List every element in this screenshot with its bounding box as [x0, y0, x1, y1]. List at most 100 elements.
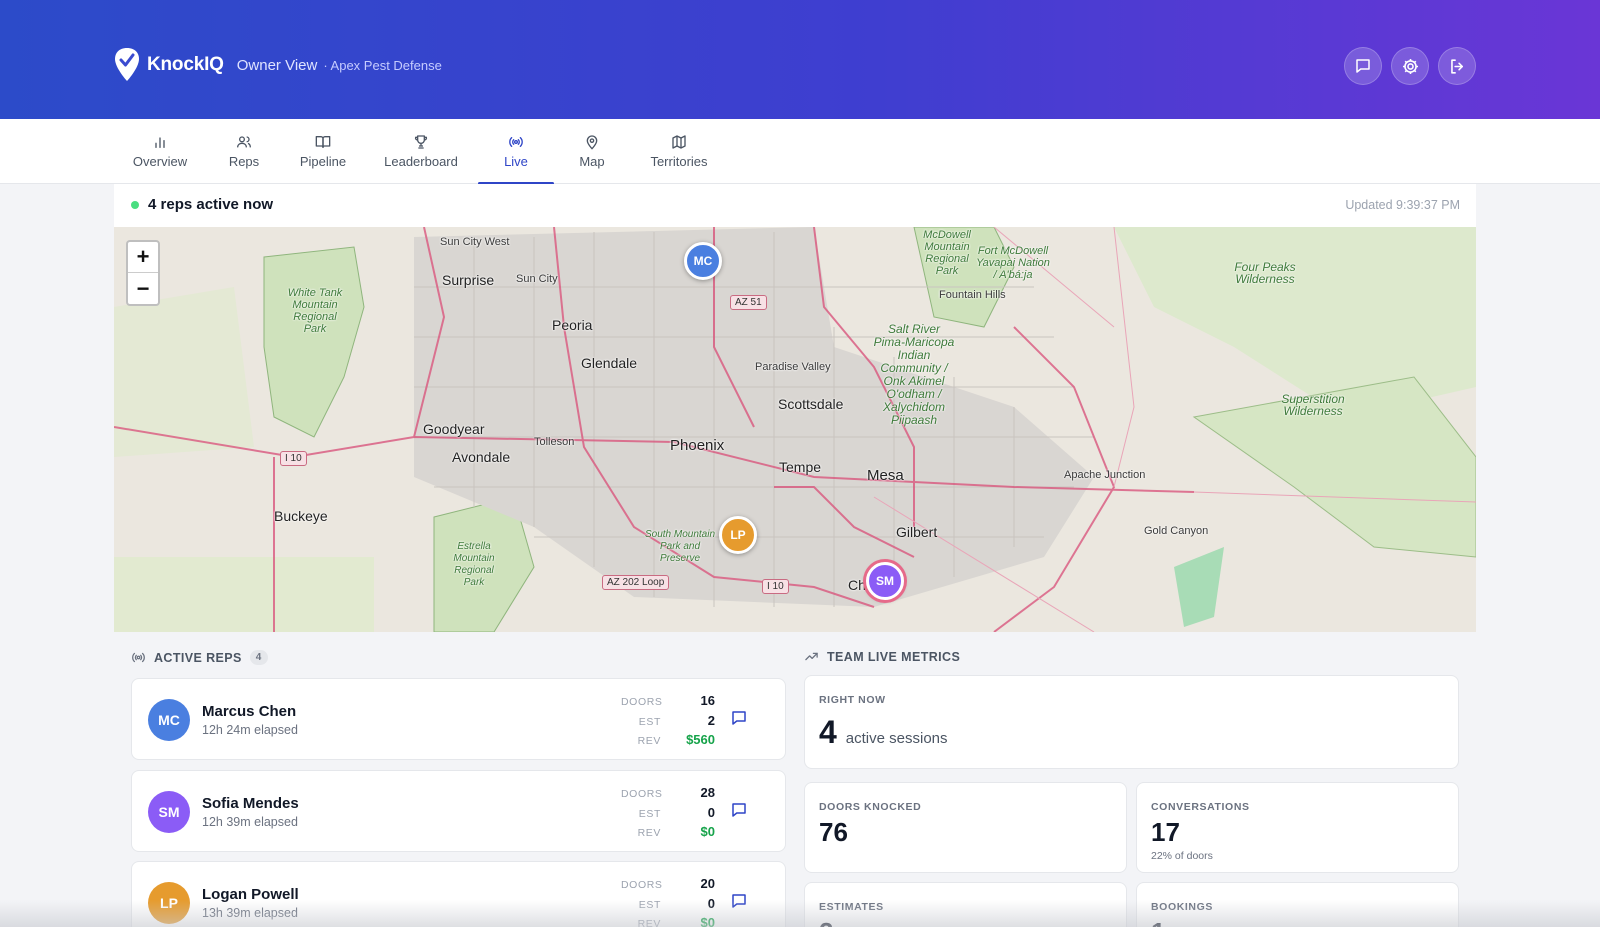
zoom-controls: + −	[126, 240, 160, 306]
message-icon	[1356, 59, 1370, 73]
avatar: SM	[148, 791, 190, 833]
rep-elapsed: 12h 39m elapsed	[202, 815, 298, 829]
highway-shield: AZ 202 Loop	[602, 575, 670, 590]
map-label: Peoria	[552, 317, 593, 333]
message-rep-button[interactable]	[730, 892, 752, 914]
stat-label: REV	[637, 735, 661, 747]
metric-label: DOORS KNOCKED	[819, 801, 922, 813]
park-label: Superstition Wilderness	[1281, 392, 1345, 418]
stat-label: DOORS	[621, 696, 663, 708]
metric-row: 4 active sessions	[819, 714, 948, 751]
tab-live[interactable]: Live	[478, 119, 554, 185]
last-updated: Updated 9:39:37 PM	[1345, 198, 1460, 212]
message-icon	[732, 711, 746, 725]
metric-label: RIGHT NOW	[819, 694, 886, 706]
logout-icon	[1450, 58, 1463, 74]
map-label: Scottsdale	[778, 396, 844, 412]
metric-estimates: ESTIMATES 2	[804, 882, 1127, 927]
metric-subtext: 22% of doors	[1151, 850, 1213, 862]
settings-button[interactable]	[1391, 47, 1429, 85]
rep-marker-sm[interactable]: SM	[866, 562, 904, 600]
map-label: Paradise Valley	[755, 361, 831, 373]
park-label: Estrella Mountain Regional Park	[453, 541, 495, 588]
rep-name: Marcus Chen	[202, 703, 297, 720]
map-label: Sun City	[516, 273, 558, 285]
trending-up-icon	[805, 652, 818, 661]
highway-shield: I 10	[762, 579, 789, 594]
app-header: KnockIQ Owner View · Apex Pest Defense	[0, 0, 1600, 119]
doors-value: 28	[700, 785, 715, 800]
stat-label: DOORS	[621, 879, 663, 891]
message-icon	[732, 894, 746, 908]
view-label: Owner View	[236, 56, 318, 74]
tab-reps[interactable]: Reps	[224, 119, 264, 184]
rep-marker-mc[interactable]: MC	[684, 242, 722, 280]
tab-label: Reps	[228, 154, 260, 169]
est-value: 2	[707, 712, 715, 728]
park-label: White Tank Mountain Regional Park	[287, 287, 343, 335]
stat-labels: DOORS EST REV	[621, 785, 662, 844]
map-label: Mesa	[867, 467, 904, 484]
metric-label: ESTIMATES	[819, 901, 884, 913]
rev-value: $560	[686, 732, 715, 747]
book-open-icon	[315, 136, 331, 148]
rep-card[interactable]: SM Sofia Mendes 12h 39m elapsed DOORS EST REV…	[131, 770, 786, 852]
doors-value: 20	[700, 876, 715, 891]
tab-label: Map	[579, 154, 605, 169]
messages-button[interactable]	[1344, 47, 1382, 85]
team-metrics-header: TEAM LIVE METRICS	[804, 649, 960, 664]
broadcast-icon	[509, 137, 523, 147]
nav-tabs: Overview Reps Pipeline Leaderboard Live …	[0, 119, 1600, 185]
zoom-out-button[interactable]: −	[128, 273, 158, 304]
live-map[interactable]: + − Sun City West Surprise Sun City Peor…	[114, 227, 1476, 632]
broadcast-icon	[132, 652, 145, 663]
brand[interactable]: KnockIQ Owner View · Apex Pest Defense	[113, 46, 442, 84]
active-reps-count: 4	[249, 650, 268, 665]
metric-value: 1	[1151, 917, 1165, 927]
logout-button[interactable]	[1438, 47, 1476, 85]
zoom-in-button[interactable]: +	[128, 242, 158, 273]
map-label: Sun City West	[440, 236, 510, 248]
stat-label: REV	[637, 918, 661, 927]
tab-overview[interactable]: Overview	[130, 119, 190, 184]
message-rep-button[interactable]	[730, 709, 752, 731]
rep-marker-lp[interactable]: LP	[719, 516, 757, 554]
stat-label: EST	[638, 807, 661, 820]
rep-card[interactable]: LP Logan Powell 13h 39m elapsed DOORS EST REV…	[131, 861, 786, 927]
map-label: Phoenix	[670, 437, 725, 454]
users-icon	[237, 136, 251, 148]
map-label: Tolleson	[534, 436, 575, 448]
tab-pipeline[interactable]: Pipeline	[297, 119, 349, 184]
map-label: Glendale	[581, 355, 638, 371]
section-title: TEAM LIVE METRICS	[827, 649, 961, 664]
map-pin-icon	[586, 135, 598, 150]
est-value: 0	[707, 895, 715, 911]
tab-leaderboard[interactable]: Leaderboard	[380, 119, 462, 184]
metric-label: BOOKINGS	[1151, 901, 1213, 913]
message-icon	[732, 803, 746, 817]
metric-value: 4	[819, 714, 837, 750]
metric-bookings: BOOKINGS 1	[1136, 882, 1459, 927]
map-label: Surprise	[442, 272, 495, 288]
rep-card[interactable]: MC Marcus Chen 12h 24m elapsed DOORS EST REV 1…	[131, 678, 786, 760]
map-icon	[672, 135, 686, 149]
avatar: MC	[148, 699, 190, 741]
message-rep-button[interactable]	[730, 801, 752, 823]
rep-elapsed: 13h 39m elapsed	[202, 906, 298, 920]
map-label: Goodyear	[423, 421, 485, 437]
stat-label: REV	[637, 827, 661, 839]
stat-values: 16 2 $560	[675, 691, 715, 750]
stat-values: 28 0 $0	[675, 783, 715, 842]
tab-territories[interactable]: Territories	[646, 119, 712, 184]
park-label: Four Peaks Wilderness	[1234, 260, 1296, 286]
live-indicator-dot	[131, 201, 139, 209]
avatar: LP	[148, 882, 190, 924]
metric-value: 76	[819, 817, 848, 847]
active-reps-status: 4 reps active now	[148, 196, 274, 213]
section-title: ACTIVE REPS	[154, 650, 242, 665]
tab-map[interactable]: Map	[572, 119, 612, 184]
park-label: Salt River Pima-Maricopa Indian Communit…	[873, 322, 955, 427]
knockiq-logo-icon	[115, 48, 139, 81]
rev-value: $0	[700, 915, 715, 927]
active-reps-header: ACTIVE REPS 4	[131, 650, 268, 665]
